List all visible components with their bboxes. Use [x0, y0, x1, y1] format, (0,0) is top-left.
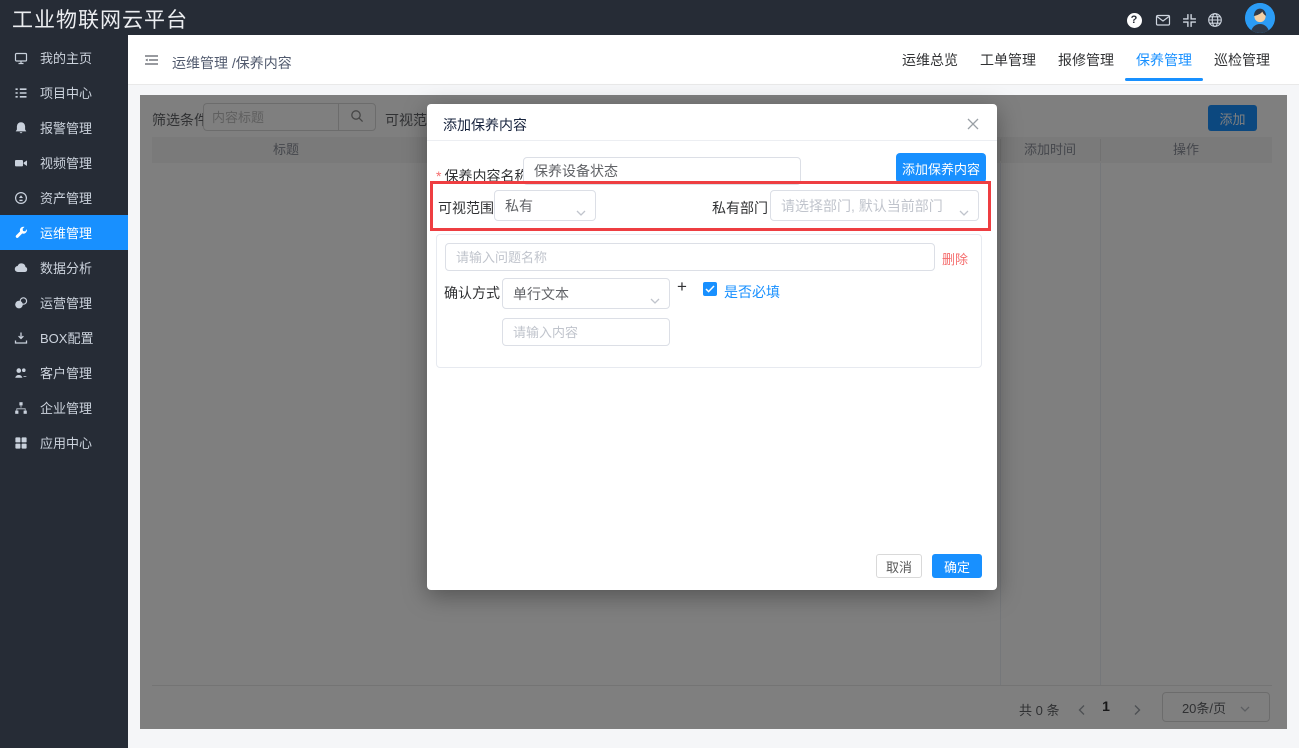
chevron-down-icon: [959, 203, 969, 219]
sidebar-item-label: 应用中心: [40, 433, 92, 452]
sidebar-item-label: 企业管理: [40, 398, 92, 417]
apps-icon: [14, 436, 28, 450]
mail-icon[interactable]: [1155, 12, 1171, 28]
sidebar-item-alarms[interactable]: 报警管理: [0, 110, 128, 145]
visible-range-label: 可视范围: [438, 198, 494, 218]
sidebar-item-analytics[interactable]: 数据分析: [0, 250, 128, 285]
chevron-down-icon: [650, 291, 660, 307]
avatar[interactable]: [1245, 3, 1275, 33]
maintenance-name-input[interactable]: [523, 157, 801, 185]
sidebar-item-label: 运营管理: [40, 293, 92, 312]
modal-title: 添加保养内容: [443, 115, 527, 135]
private-dept-placeholder: 请选择部门, 默认当前部门: [781, 196, 943, 216]
sidebar-item-label: 数据分析: [40, 258, 92, 277]
required-mark: *: [436, 168, 441, 184]
tab-ops-overview[interactable]: 运维总览: [891, 35, 969, 85]
private-dept-select[interactable]: 请选择部门, 默认当前部门: [770, 190, 979, 221]
sidebar-item-label: BOX配置: [40, 328, 93, 347]
sidebar-item-enterprise[interactable]: 企业管理: [0, 390, 128, 425]
visible-range-select[interactable]: 私有: [494, 190, 596, 221]
sidebar-item-app-center[interactable]: 应用中心: [0, 425, 128, 460]
sidebar-item-label: 我的主页: [40, 48, 92, 67]
video-icon: [14, 156, 28, 170]
confirm-button[interactable]: 确定: [932, 554, 982, 578]
maintenance-name-label: *保养内容名称: [436, 166, 528, 186]
bell-icon: [14, 121, 28, 135]
sidebar-item-label: 运维管理: [40, 223, 92, 242]
download-icon: [14, 331, 28, 345]
help-icon[interactable]: ?: [1126, 12, 1142, 28]
visible-range-value: 私有: [505, 196, 533, 216]
tab-work-orders[interactable]: 工单管理: [969, 35, 1047, 85]
maintenance-name-label-text: 保养内容名称: [444, 168, 528, 184]
screen: 工业物联网云平台 ? 我的主页: [0, 0, 1299, 748]
add-maintenance-modal: 添加保养内容 *保养内容名称 添加保养内容 可视范围 私有 私有部门 请选择部门…: [427, 104, 997, 590]
question-content-input[interactable]: [502, 318, 670, 346]
org-icon: [14, 401, 28, 415]
sidebar-item-label: 资产管理: [40, 188, 92, 207]
cloud-icon: [14, 261, 28, 275]
chevron-down-icon: [576, 203, 586, 219]
operation-icon: [14, 296, 28, 310]
tab-repair[interactable]: 报修管理: [1047, 35, 1125, 85]
sidebar: 我的主页 项目中心 报警管理 视频管理 资产管理 运维管理: [0, 35, 128, 748]
add-option-button[interactable]: +: [677, 277, 687, 297]
nav-tabs: 运维总览 工单管理 报修管理 保养管理 巡检管理: [891, 35, 1281, 85]
modal-divider: [427, 140, 997, 141]
confirm-method-value: 单行文本: [513, 284, 569, 304]
fold-menu-icon[interactable]: [144, 53, 159, 67]
sidebar-item-home[interactable]: 我的主页: [0, 40, 128, 75]
close-icon[interactable]: [967, 117, 979, 129]
private-dept-label: 私有部门: [712, 198, 768, 218]
required-checkbox[interactable]: [703, 282, 717, 296]
app-title: 工业物联网云平台: [12, 4, 188, 34]
required-checkbox-label[interactable]: 是否必填: [724, 282, 780, 302]
delete-question-link[interactable]: 删除: [942, 249, 968, 268]
sidebar-item-business[interactable]: 运营管理: [0, 285, 128, 320]
sidebar-item-assets[interactable]: 资产管理: [0, 180, 128, 215]
sidebar-item-label: 客户管理: [40, 363, 92, 382]
tab-maintenance[interactable]: 保养管理: [1125, 35, 1203, 85]
confirm-method-select[interactable]: 单行文本: [502, 278, 670, 309]
customers-icon: [14, 366, 28, 380]
question-name-input[interactable]: [445, 243, 935, 271]
compress-icon[interactable]: [1181, 12, 1197, 28]
desktop-icon: [14, 51, 28, 65]
check-icon: [705, 285, 715, 293]
sidebar-item-customers[interactable]: 客户管理: [0, 355, 128, 390]
wrench-icon: [14, 226, 28, 240]
sidebar-item-box-config[interactable]: BOX配置: [0, 320, 128, 355]
add-maintenance-content-button[interactable]: 添加保养内容: [896, 153, 986, 183]
sidebar-item-label: 报警管理: [40, 118, 92, 137]
sidebar-item-label: 视频管理: [40, 153, 92, 172]
sidebar-item-label: 项目中心: [40, 83, 92, 102]
asset-icon: [14, 191, 28, 205]
sidebar-menu: 我的主页 项目中心 报警管理 视频管理 资产管理 运维管理: [0, 40, 128, 460]
sidebar-item-projects[interactable]: 项目中心: [0, 75, 128, 110]
confirm-method-label: 确认方式: [444, 283, 500, 303]
sidebar-item-video[interactable]: 视频管理: [0, 145, 128, 180]
tab-inspection[interactable]: 巡检管理: [1203, 35, 1281, 85]
cancel-button[interactable]: 取消: [876, 554, 922, 578]
topbar: 工业物联网云平台 ?: [0, 0, 1299, 35]
sidebar-item-operations[interactable]: 运维管理: [0, 215, 128, 250]
breadcrumb: 运维管理 /保养内容: [172, 53, 292, 73]
globe-icon[interactable]: [1207, 12, 1223, 28]
page-header: 运维管理 /保养内容 运维总览 工单管理 报修管理 保养管理 巡检管理: [128, 35, 1299, 85]
list-icon: [14, 86, 28, 100]
question-group-panel: 删除 确认方式 单行文本 + 是否必填: [436, 234, 982, 368]
